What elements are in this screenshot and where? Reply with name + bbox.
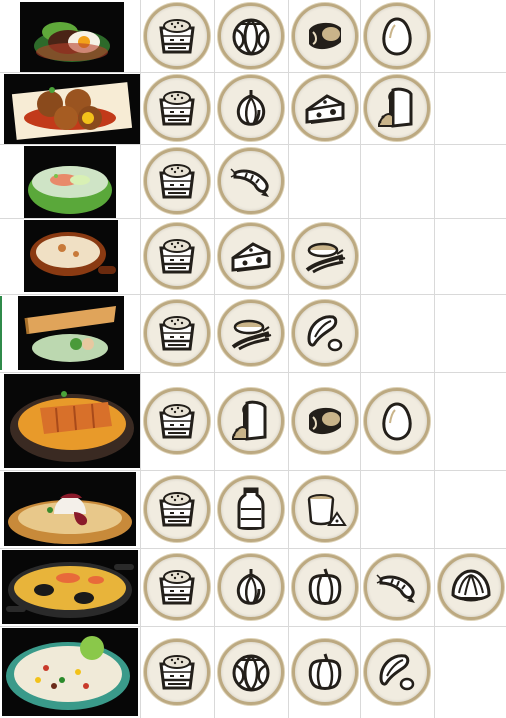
ingredient-token[interactable] bbox=[218, 3, 284, 69]
recipe-row bbox=[0, 144, 506, 218]
recipe-row bbox=[0, 548, 506, 626]
bread-icon bbox=[229, 399, 273, 443]
ingredient-token[interactable] bbox=[292, 75, 358, 141]
rice-icon bbox=[155, 159, 199, 203]
ingredient-token[interactable] bbox=[144, 300, 210, 366]
ingredient-token[interactable] bbox=[144, 388, 210, 454]
dish-fried-croquettes[interactable] bbox=[4, 74, 140, 144]
dish-katsu-curry[interactable] bbox=[4, 374, 140, 468]
ingredient-token[interactable] bbox=[218, 300, 284, 366]
meat-icon bbox=[303, 14, 347, 58]
spices-icon bbox=[303, 234, 347, 278]
spices-icon bbox=[229, 311, 273, 355]
onion-icon bbox=[229, 565, 273, 609]
rice-icon bbox=[155, 399, 199, 443]
ingredient-token[interactable] bbox=[144, 554, 210, 620]
cheese-icon bbox=[303, 86, 347, 130]
ingredient-token[interactable] bbox=[292, 300, 358, 366]
meat-icon bbox=[303, 399, 347, 443]
recipe-row bbox=[0, 470, 506, 548]
ingredient-token[interactable] bbox=[292, 3, 358, 69]
rice-icon bbox=[155, 86, 199, 130]
milk-icon bbox=[229, 487, 273, 531]
ingredient-token[interactable] bbox=[218, 223, 284, 289]
ingredient-token[interactable] bbox=[292, 639, 358, 705]
ingredient-token[interactable] bbox=[364, 75, 430, 141]
ingredient-token[interactable] bbox=[364, 3, 430, 69]
rice-icon bbox=[155, 565, 199, 609]
bell-pepper-icon bbox=[303, 650, 347, 694]
recipe-row bbox=[0, 294, 506, 372]
sugar-icon bbox=[303, 487, 347, 531]
rice-icon bbox=[155, 311, 199, 355]
rice-icon bbox=[155, 650, 199, 694]
ingredient-token[interactable] bbox=[218, 639, 284, 705]
ingredient-token[interactable] bbox=[144, 75, 210, 141]
recipe-row bbox=[0, 0, 506, 72]
recipe-row bbox=[0, 626, 506, 718]
ingredient-token[interactable] bbox=[144, 476, 210, 542]
dish-hamburg-steak-with-egg[interactable] bbox=[20, 2, 124, 72]
ingredient-token[interactable] bbox=[438, 554, 504, 620]
recipe-row bbox=[0, 372, 506, 470]
recipe-row bbox=[0, 218, 506, 294]
ingredient-token[interactable] bbox=[144, 3, 210, 69]
ingredient-token[interactable] bbox=[218, 148, 284, 214]
shrimp-icon bbox=[229, 159, 273, 203]
beans-icon bbox=[303, 311, 347, 355]
ingredient-token[interactable] bbox=[364, 388, 430, 454]
ingredient-token[interactable] bbox=[292, 388, 358, 454]
ingredient-token[interactable] bbox=[292, 476, 358, 542]
ingredient-token[interactable] bbox=[218, 388, 284, 454]
rice-icon bbox=[155, 14, 199, 58]
ingredient-token[interactable] bbox=[364, 554, 430, 620]
cabbage-icon bbox=[229, 14, 273, 58]
cabbage-icon bbox=[229, 650, 273, 694]
recipe-row bbox=[0, 72, 506, 144]
egg-icon bbox=[375, 399, 419, 443]
ingredient-token[interactable] bbox=[218, 476, 284, 542]
rice-icon bbox=[155, 487, 199, 531]
ingredient-token[interactable] bbox=[144, 223, 210, 289]
ingredient-token[interactable] bbox=[292, 554, 358, 620]
dish-rice-pudding[interactable] bbox=[4, 472, 136, 546]
ingredient-token[interactable] bbox=[292, 223, 358, 289]
dish-shrimp-rice-porridge[interactable] bbox=[24, 146, 116, 218]
bread-icon bbox=[375, 86, 419, 130]
ingredient-token[interactable] bbox=[218, 554, 284, 620]
clam-icon bbox=[449, 565, 493, 609]
bell-pepper-icon bbox=[303, 565, 347, 609]
dish-rice-salad[interactable] bbox=[2, 628, 138, 716]
ingredient-token[interactable] bbox=[364, 639, 430, 705]
ingredient-token[interactable] bbox=[218, 75, 284, 141]
dish-dosa[interactable] bbox=[18, 296, 124, 370]
rice-icon bbox=[155, 234, 199, 278]
ingredient-token[interactable] bbox=[144, 639, 210, 705]
ingredient-token[interactable] bbox=[144, 148, 210, 214]
onion-icon bbox=[229, 86, 273, 130]
dish-paella[interactable] bbox=[2, 550, 138, 624]
dish-cheese-rice-gratin[interactable] bbox=[24, 220, 118, 292]
shrimp-icon bbox=[375, 565, 419, 609]
cheese-icon bbox=[229, 234, 273, 278]
egg-icon bbox=[375, 14, 419, 58]
beans-icon bbox=[375, 650, 419, 694]
